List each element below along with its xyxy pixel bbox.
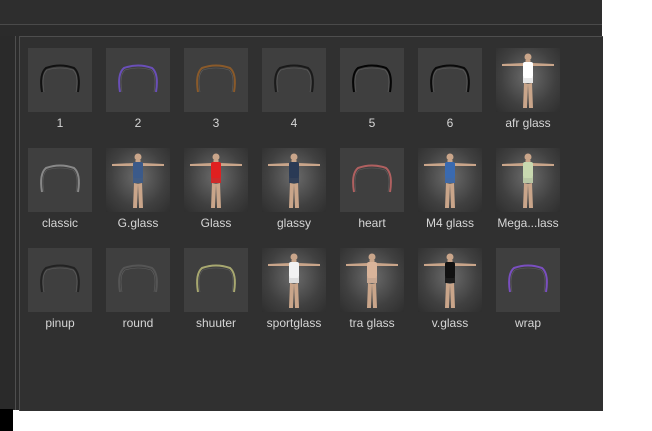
character-figure-icon bbox=[190, 153, 242, 208]
asset-tile[interactable]: round bbox=[104, 248, 182, 348]
asset-thumbnail[interactable] bbox=[340, 48, 404, 112]
asset-label: wrap bbox=[514, 316, 541, 330]
glasses-icon bbox=[196, 264, 236, 293]
asset-label: sportglass bbox=[266, 316, 322, 330]
asset-tile[interactable]: tra glass bbox=[338, 248, 416, 348]
glasses-icon bbox=[352, 164, 392, 193]
character-figure-icon bbox=[424, 253, 476, 308]
sidebar-panel bbox=[0, 36, 16, 431]
asset-tile[interactable]: wrap bbox=[494, 248, 572, 348]
asset-tile[interactable]: sportglass bbox=[260, 248, 338, 348]
character-figure-icon bbox=[424, 153, 476, 208]
asset-tile[interactable]: 1 bbox=[26, 48, 104, 148]
asset-tile[interactable]: Glass bbox=[182, 148, 260, 248]
character-figure-icon bbox=[268, 253, 320, 308]
asset-tile[interactable]: G.glass bbox=[104, 148, 182, 248]
asset-label: M4 glass bbox=[425, 216, 475, 230]
asset-label: 1 bbox=[56, 116, 64, 130]
glasses-icon bbox=[40, 164, 80, 193]
asset-thumbnail[interactable] bbox=[106, 248, 170, 312]
asset-label: Mega...lass bbox=[497, 216, 559, 230]
character-figure-icon bbox=[502, 153, 554, 208]
asset-tile[interactable]: 6 bbox=[416, 48, 494, 148]
asset-tile[interactable]: 2 bbox=[104, 48, 182, 148]
asset-thumbnail[interactable] bbox=[28, 148, 92, 212]
asset-label: shuuter bbox=[195, 316, 237, 330]
asset-thumbnail[interactable] bbox=[418, 48, 482, 112]
asset-thumbnail[interactable] bbox=[340, 148, 404, 212]
asset-tile[interactable]: pinup bbox=[26, 248, 104, 348]
asset-tile[interactable]: v.glass bbox=[416, 248, 494, 348]
asset-label: round bbox=[122, 316, 154, 330]
asset-tile[interactable]: afr glass bbox=[494, 48, 572, 148]
glasses-icon bbox=[118, 64, 158, 93]
asset-tile[interactable]: 3 bbox=[182, 48, 260, 148]
asset-label: 3 bbox=[212, 116, 220, 130]
asset-label: glassy bbox=[276, 216, 311, 230]
asset-thumbnail[interactable] bbox=[262, 48, 326, 112]
asset-thumbnail[interactable] bbox=[28, 248, 92, 312]
asset-thumbnail[interactable] bbox=[496, 248, 560, 312]
toolbar bbox=[0, 0, 602, 25]
asset-thumbnail[interactable] bbox=[496, 148, 560, 212]
asset-tile[interactable]: heart bbox=[338, 148, 416, 248]
asset-label: pinup bbox=[45, 316, 75, 330]
character-figure-icon bbox=[268, 153, 320, 208]
asset-label: v.glass bbox=[431, 316, 469, 330]
asset-label: 4 bbox=[290, 116, 298, 130]
asset-thumbnail[interactable] bbox=[418, 148, 482, 212]
glasses-icon bbox=[430, 64, 470, 93]
glasses-icon bbox=[508, 264, 548, 293]
glasses-icon bbox=[352, 64, 392, 93]
asset-tile[interactable]: M4 glass bbox=[416, 148, 494, 248]
asset-label: afr glass bbox=[505, 116, 551, 130]
character-figure-icon bbox=[346, 253, 398, 308]
asset-label: heart bbox=[358, 216, 386, 230]
glasses-icon bbox=[40, 264, 80, 293]
asset-tile[interactable]: shuuter bbox=[182, 248, 260, 348]
asset-thumbnail[interactable] bbox=[184, 48, 248, 112]
asset-thumbnail[interactable] bbox=[184, 148, 248, 212]
asset-grid: 1 2 3 4 5 6 afr glass classic G.glass Glass glassy… bbox=[26, 48, 572, 348]
asset-thumbnail[interactable] bbox=[262, 148, 326, 212]
character-figure-icon bbox=[502, 53, 554, 108]
glasses-icon bbox=[40, 64, 80, 93]
asset-thumbnail[interactable] bbox=[106, 48, 170, 112]
asset-thumbnail[interactable] bbox=[340, 248, 404, 312]
asset-thumbnail[interactable] bbox=[28, 48, 92, 112]
glasses-icon bbox=[118, 264, 158, 293]
asset-tile[interactable]: 4 bbox=[260, 48, 338, 148]
asset-thumbnail[interactable] bbox=[418, 248, 482, 312]
asset-tile[interactable]: classic bbox=[26, 148, 104, 248]
asset-label: tra glass bbox=[349, 316, 395, 330]
asset-label: 2 bbox=[134, 116, 142, 130]
glasses-icon bbox=[196, 64, 236, 93]
asset-label: G.glass bbox=[117, 216, 159, 230]
sidebar-scroll-thumb[interactable] bbox=[0, 409, 13, 431]
asset-tile[interactable]: glassy bbox=[260, 148, 338, 248]
glasses-icon bbox=[274, 64, 314, 93]
asset-label: classic bbox=[41, 216, 78, 230]
asset-label: 6 bbox=[446, 116, 454, 130]
asset-label: Glass bbox=[200, 216, 232, 230]
asset-tile[interactable]: Mega...lass bbox=[494, 148, 572, 248]
asset-tile[interactable]: 5 bbox=[338, 48, 416, 148]
asset-grid-panel: 1 2 3 4 5 6 afr glass classic G.glass Glass glassy… bbox=[19, 36, 603, 411]
asset-thumbnail[interactable] bbox=[262, 248, 326, 312]
asset-label: 5 bbox=[368, 116, 376, 130]
asset-browser-window: 1 2 3 4 5 6 afr glass classic G.glass Glass glassy… bbox=[0, 0, 603, 431]
asset-thumbnail[interactable] bbox=[184, 248, 248, 312]
asset-thumbnail[interactable] bbox=[496, 48, 560, 112]
asset-thumbnail[interactable] bbox=[106, 148, 170, 212]
character-figure-icon bbox=[112, 153, 164, 208]
